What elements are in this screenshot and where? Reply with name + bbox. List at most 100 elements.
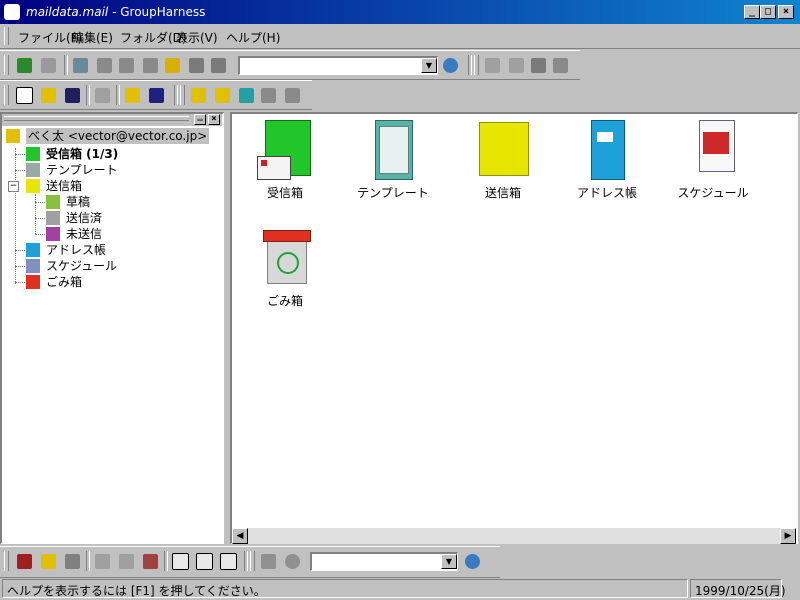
title-file: maildata.mail <box>26 5 109 19</box>
attachment-icon[interactable] <box>258 551 278 571</box>
separator <box>116 85 120 105</box>
calendar-week-icon[interactable] <box>194 551 214 571</box>
folder-delete-icon[interactable] <box>258 85 278 105</box>
inbox-icon <box>26 147 40 161</box>
toolbar-grip[interactable] <box>180 85 185 105</box>
menubar-grip[interactable] <box>4 27 9 45</box>
tree-restore-button[interactable]: ▭ <box>194 114 206 125</box>
tree-item-label: スケジュール <box>46 259 118 273</box>
edit-icon[interactable] <box>116 551 136 571</box>
separator <box>164 551 168 571</box>
at-sign-icon[interactable] <box>282 551 302 571</box>
new-mail-icon[interactable] <box>70 55 90 75</box>
inbox-icon <box>253 118 317 182</box>
separator <box>468 55 472 75</box>
combo-dropdown-button[interactable]: ▼ <box>421 58 437 73</box>
bottom-toolbar: ▼ <box>0 546 500 578</box>
file-toolbar <box>0 80 312 110</box>
icon-template[interactable]: テンプレート <box>348 118 438 201</box>
search-icon[interactable] <box>440 55 460 75</box>
receive-mail-icon[interactable] <box>14 55 34 75</box>
outbox-icon <box>26 179 40 193</box>
menu-help[interactable]: ヘルプ(H) <box>226 29 280 46</box>
tree-item-label: 受信箱 (1/3) <box>46 147 119 161</box>
delete-icon[interactable] <box>550 55 570 75</box>
reply-all-icon[interactable] <box>116 55 136 75</box>
note-icon[interactable] <box>62 551 82 571</box>
close-button[interactable]: × <box>778 5 794 19</box>
toolbar-grip[interactable] <box>4 551 9 571</box>
resize-grip-icon[interactable] <box>784 582 798 596</box>
tree-item-label: 送信済 <box>66 211 103 225</box>
title-sep: - <box>108 5 121 19</box>
cut-icon[interactable] <box>482 55 502 75</box>
trash-icon <box>26 275 40 289</box>
search-icon[interactable] <box>462 551 482 571</box>
app-icon[interactable] <box>4 4 20 20</box>
calendar-day-icon[interactable] <box>170 551 190 571</box>
folder-prop-icon[interactable] <box>282 85 302 105</box>
menu-view[interactable]: 表示(V) <box>176 29 218 46</box>
tree-item-label: 未送信 <box>66 227 103 241</box>
template-icon <box>361 118 425 182</box>
checklist-icon[interactable] <box>38 551 58 571</box>
context-help-icon[interactable] <box>146 85 166 105</box>
copy-icon[interactable] <box>506 55 526 75</box>
icon-label: アドレス帳 <box>576 186 637 200</box>
icon-schedule[interactable]: スケジュール <box>668 118 758 201</box>
contact-icon[interactable] <box>140 551 160 571</box>
toolbar-grip[interactable] <box>4 55 9 75</box>
address-book-icon <box>575 118 639 182</box>
toolbar-grip[interactable] <box>250 551 255 571</box>
scroll-left-button[interactable]: ◀ <box>232 528 248 544</box>
minimize-button[interactable]: _ <box>744 5 760 19</box>
folder-tree[interactable]: ▭ × べく太 <vector@vector.co.jp> 受信箱 (1/3) … <box>0 112 224 544</box>
folder-move-icon[interactable] <box>212 85 232 105</box>
icon-address-book[interactable]: アドレス帳 <box>562 118 652 201</box>
toolbar-grip[interactable] <box>4 85 9 105</box>
scroll-right-button[interactable]: ▶ <box>780 528 796 544</box>
tree-close-button[interactable]: × <box>208 114 220 125</box>
info-icon[interactable] <box>92 551 112 571</box>
tree-collapse-toggle[interactable]: − <box>8 181 19 192</box>
horizontal-scrollbar[interactable]: ◀ ▶ <box>232 528 796 544</box>
main-toolbar: ▼ <box>0 50 580 80</box>
trash-icon <box>253 226 317 290</box>
send-mail-icon[interactable] <box>38 55 58 75</box>
forward-icon[interactable] <box>140 55 160 75</box>
icon-inbox[interactable]: 受信箱 <box>240 118 330 201</box>
print-icon[interactable] <box>92 85 112 105</box>
combo-dropdown-button[interactable]: ▼ <box>441 554 457 569</box>
bottom-combo[interactable]: ▼ <box>310 552 458 571</box>
title-app: GroupHarness <box>120 5 206 19</box>
calendar-month-icon[interactable] <box>218 551 238 571</box>
icon-trash[interactable]: ごみ箱 <box>240 226 330 309</box>
icon-label: ごみ箱 <box>266 294 303 308</box>
delete-mail-icon[interactable] <box>208 55 228 75</box>
separator <box>244 551 248 571</box>
title-bar[interactable]: maildata.mail - GroupHarness _ □ × <box>0 0 800 24</box>
address-icon[interactable] <box>236 85 256 105</box>
tree-item-label: テンプレート <box>46 163 118 177</box>
menu-bar: ファイル(F) 編集(E) フォルダ(D) 表示(V) ヘルプ(H) <box>0 24 800 49</box>
search-combo[interactable]: ▼ <box>238 56 438 75</box>
toolbar-grip[interactable] <box>474 55 479 75</box>
maximize-button[interactable]: □ <box>760 5 776 19</box>
new-folder-icon[interactable] <box>188 85 208 105</box>
paste-icon[interactable] <box>528 55 548 75</box>
separator <box>64 55 68 75</box>
folder-icon-view[interactable]: 受信箱 テンプレート 送信箱 アドレス帳 スケジュール ごみ箱 ◀ ▶ <box>230 112 798 544</box>
open-icon[interactable] <box>38 85 58 105</box>
tree-header: ▭ × <box>2 114 222 126</box>
icon-label: スケジュール <box>677 186 749 200</box>
flag-icon[interactable] <box>186 55 206 75</box>
users-icon[interactable] <box>14 551 34 571</box>
help-icon[interactable] <box>122 85 142 105</box>
move-icon[interactable] <box>162 55 182 75</box>
save-icon[interactable] <box>62 85 82 105</box>
reply-icon[interactable] <box>94 55 114 75</box>
menu-edit[interactable]: 編集(E) <box>72 29 113 46</box>
user-folder-icon <box>6 129 20 143</box>
icon-outbox[interactable]: 送信箱 <box>458 118 548 201</box>
new-icon[interactable] <box>14 85 34 105</box>
